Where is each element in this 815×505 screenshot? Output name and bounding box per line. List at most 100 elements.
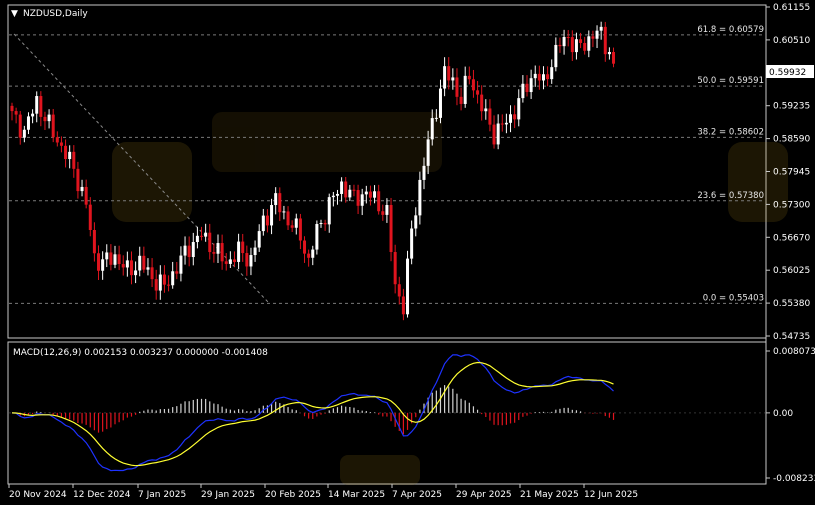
candle-body (360, 194, 364, 206)
macd-line (11, 354, 614, 472)
candle-body (290, 225, 294, 228)
candle-body (397, 284, 401, 297)
fib-level-label: 23.6 = 0.57380 (697, 191, 764, 201)
date-tick-label: 12 Jun 2025 (584, 490, 638, 500)
candle-body (142, 255, 146, 270)
candle-body (286, 211, 290, 226)
candle-body (327, 197, 331, 225)
date-tick-label: 7 Apr 2025 (392, 490, 442, 500)
candle-body (389, 205, 393, 252)
candle-body (459, 96, 463, 104)
candle-body (558, 44, 562, 47)
candle-body (348, 189, 352, 198)
candle-body (55, 137, 59, 143)
candle-body (249, 255, 253, 267)
macd-tick-label: -0.008233 (773, 474, 815, 484)
candle-body (59, 142, 63, 146)
fib-level-label: 0.0 = 0.55403 (703, 293, 764, 303)
candle-body (546, 74, 550, 80)
candle-body (134, 270, 138, 276)
candle-body (253, 247, 257, 256)
candle-body (72, 151, 76, 169)
candle-body (504, 122, 508, 125)
candle-body (212, 252, 216, 254)
candle-body (88, 204, 92, 231)
candle-body (228, 259, 232, 264)
candle-body (183, 245, 187, 256)
candle-body (471, 79, 475, 91)
candle-body (26, 116, 30, 130)
candle-body (426, 139, 430, 166)
candle-body (84, 186, 88, 205)
candle-body (117, 254, 121, 265)
candle-body (113, 254, 117, 265)
candle-body (406, 258, 410, 315)
candle-body (257, 231, 261, 248)
candle-body (39, 96, 43, 117)
candle-body (265, 215, 269, 226)
candle-body (241, 241, 245, 254)
candle-body (31, 113, 35, 117)
candle-body (574, 39, 578, 53)
price-tick-label: 0.58590 (773, 135, 810, 145)
candle-body (525, 83, 529, 93)
candle-body (237, 241, 241, 262)
price-tick-label: 0.56670 (773, 233, 810, 243)
candle-body (43, 116, 47, 122)
price-tick-label: 0.57300 (773, 200, 810, 210)
candle-body (216, 243, 220, 254)
candle-body (294, 218, 298, 228)
candle-body (434, 117, 438, 119)
candle-body (138, 255, 142, 271)
candle-body (245, 253, 249, 267)
candle-body (323, 223, 327, 225)
fib-level-label: 61.8 = 0.60579 (697, 25, 764, 35)
candle-body (587, 36, 591, 51)
candle-body (521, 83, 525, 99)
candle-body (92, 230, 96, 254)
candle-body (509, 114, 513, 123)
candle-body (204, 232, 208, 237)
candle-body (377, 191, 381, 212)
candle-body (35, 96, 39, 114)
collapse-arrow-icon[interactable]: ▼ (11, 9, 18, 19)
date-tick-label: 12 Dec 2024 (73, 490, 131, 500)
candle-body (344, 181, 348, 198)
price-tick-label: 0.56025 (773, 266, 810, 276)
date-tick-label: 7 Jan 2025 (138, 490, 186, 500)
candle-body (340, 181, 344, 194)
candle-body (385, 205, 389, 215)
chart-canvas[interactable]: 61.8 = 0.60579 50.0 = 0.59591 38.2 = 0.586… (0, 0, 815, 505)
candle-body (220, 243, 224, 262)
candle-body (10, 105, 14, 112)
candle-body (311, 249, 315, 258)
candle-body (356, 190, 360, 206)
candle-body (195, 235, 199, 243)
candle-body (517, 98, 521, 120)
candle-body (319, 223, 323, 225)
candle-body (393, 251, 397, 285)
candle-body (467, 75, 471, 80)
candle-body (191, 242, 195, 258)
candle-body (447, 66, 451, 81)
candle-body (51, 114, 55, 138)
candle-body (278, 193, 282, 213)
candle-body (599, 26, 603, 31)
candle-body (121, 264, 125, 268)
candle-body (154, 279, 158, 291)
price-tick-label: 0.55380 (773, 299, 810, 309)
candle-body (373, 191, 377, 198)
candle-body (418, 179, 422, 216)
candle-body (591, 36, 595, 39)
candle-body (146, 267, 150, 270)
candle-body (401, 296, 405, 315)
candle-body (261, 215, 265, 232)
candle-body (80, 186, 84, 192)
symbol-label: NZDUSD,Daily (23, 9, 88, 19)
candle-body (274, 193, 278, 206)
candle-body (171, 271, 175, 286)
date-tick-label: 20 Nov 2024 (9, 490, 67, 500)
candle-body (162, 274, 166, 285)
current-price-label: 0.59932 (769, 68, 806, 78)
date-tick-label: 29 Jan 2025 (201, 490, 255, 500)
